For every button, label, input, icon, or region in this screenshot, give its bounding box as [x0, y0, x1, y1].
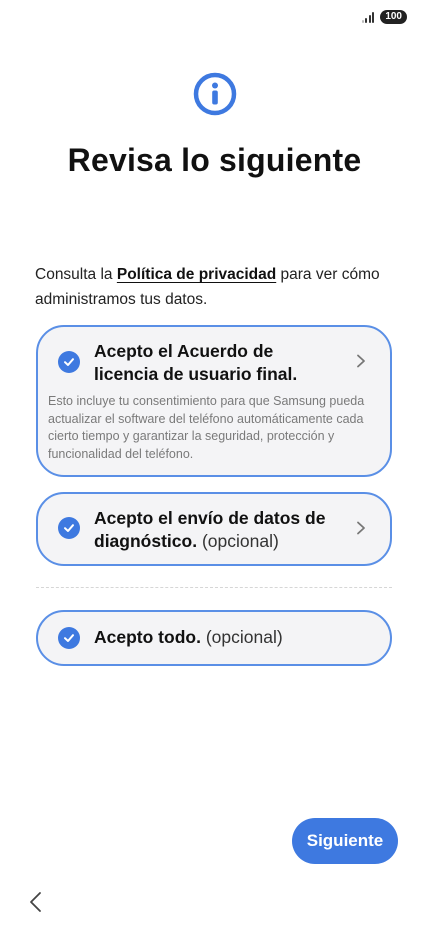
optional-label: (opcional) — [201, 531, 279, 551]
diagnostic-checkbox[interactable] — [58, 517, 80, 539]
intro-text: Consulta la Política de privacidad para … — [35, 266, 380, 308]
eula-title: Acepto el Acuerdo de licencia de usuario… — [94, 341, 298, 384]
next-button[interactable]: Siguiente — [292, 818, 398, 864]
signal-bars-icon — [361, 11, 375, 23]
diagnostic-title: Acepto el envío de datos de diagnóstico.… — [94, 508, 326, 551]
info-icon — [193, 72, 236, 116]
accept-all-title: Acepto todo. (opcional) — [94, 627, 283, 647]
accept-all-card[interactable]: Acepto todo. (opcional) — [36, 610, 392, 666]
chevron-right-icon[interactable] — [354, 354, 368, 368]
accept-all-checkbox[interactable] — [58, 627, 80, 649]
battery-badge: 100 — [380, 10, 407, 24]
screen: 100 Revisa lo siguiente Consulta la Polí… — [0, 0, 429, 930]
checkmark-icon — [64, 634, 74, 642]
back-chevron-icon[interactable] — [28, 891, 44, 913]
privacy-policy-link[interactable]: Política de privacidad — [117, 266, 276, 283]
eula-card[interactable]: Acepto el Acuerdo de licencia de usuario… — [36, 325, 392, 477]
status-bar: 100 — [361, 10, 407, 24]
eula-checkbox[interactable] — [58, 351, 80, 373]
checkmark-icon — [64, 524, 74, 532]
checkmark-icon — [64, 358, 74, 366]
page-title: Revisa lo siguiente — [67, 142, 362, 178]
diagnostic-card[interactable]: Acepto el envío de datos de diagnóstico.… — [36, 492, 392, 566]
eula-description: Esto incluye tu consentimiento para que … — [48, 394, 365, 461]
divider — [36, 587, 392, 588]
optional-label: (opcional) — [205, 627, 283, 647]
chevron-right-icon[interactable] — [354, 521, 368, 535]
